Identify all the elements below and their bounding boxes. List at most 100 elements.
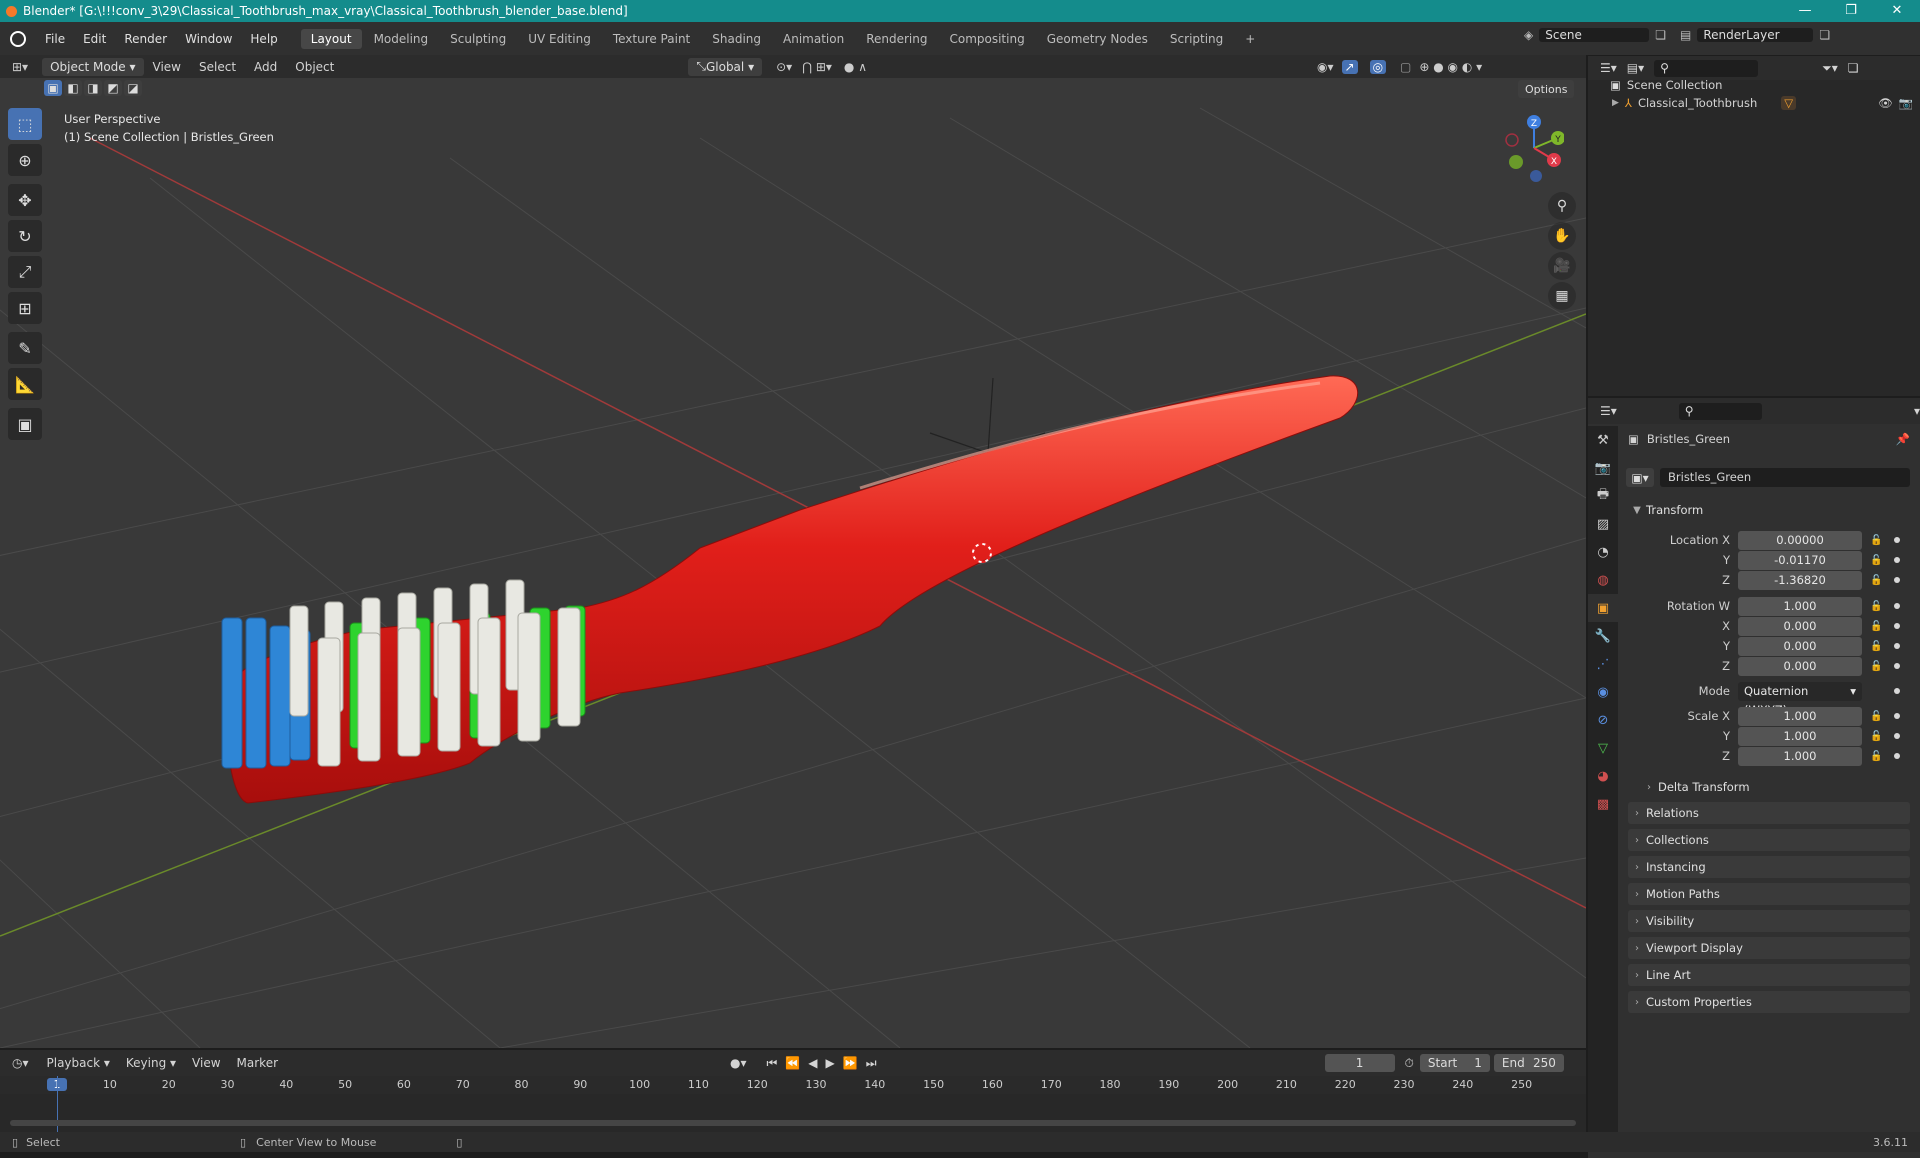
tab-texture-paint[interactable]: Texture Paint: [603, 29, 700, 49]
annotate-tool-icon[interactable]: ✎: [8, 332, 42, 364]
snap-icon[interactable]: ⋂ ⊞▾: [802, 60, 832, 74]
close-button[interactable]: ✕: [1874, 0, 1920, 22]
panel-custom-properties[interactable]: › Custom Properties: [1628, 991, 1910, 1013]
select-intersect-icon[interactable]: ◪: [124, 80, 142, 96]
lock-icon[interactable]: 🔓: [1870, 641, 1884, 652]
timer-icon[interactable]: ⏱: [1405, 1056, 1414, 1071]
properties-options-icon[interactable]: ▾: [1914, 404, 1920, 418]
shading-modes-icon[interactable]: ⊕ ● ◉ ◐ ▾: [1419, 60, 1482, 74]
keyframe-dot-icon[interactable]: [1894, 663, 1900, 669]
tab-sculpting[interactable]: Sculpting: [440, 29, 516, 49]
blender-logo-icon[interactable]: [10, 30, 26, 47]
frame-ruler[interactable]: 1102030405060708090100110120130140150160…: [0, 1076, 1586, 1094]
viewport-menu-add[interactable]: Add: [245, 60, 286, 74]
tab-scripting[interactable]: Scripting: [1160, 29, 1233, 49]
scene-selector[interactable]: Scene: [1539, 28, 1650, 42]
tab-layout[interactable]: Layout: [300, 28, 362, 49]
lock-icon[interactable]: 🔓: [1870, 575, 1884, 586]
pan-hand-icon[interactable]: ✋: [1548, 222, 1576, 250]
pin-icon[interactable]: 📌: [1896, 432, 1910, 446]
timeline-menu-playback[interactable]: Playback ▾: [39, 1056, 118, 1070]
timeline-menu-marker[interactable]: Marker: [229, 1056, 286, 1070]
modifier-tab-icon[interactable]: 🔧: [1588, 622, 1618, 650]
object-name-field[interactable]: Bristles_Green: [1660, 468, 1910, 487]
next-keyframe-icon[interactable]: ⏩: [843, 1056, 858, 1071]
lock-icon[interactable]: 🔓: [1870, 555, 1884, 566]
render-camera-icon[interactable]: 📷: [1899, 96, 1913, 110]
renderlayer-selector[interactable]: RenderLayer: [1697, 28, 1814, 42]
visibility-eye-icon[interactable]: 👁: [1878, 96, 1893, 110]
ortho-grid-icon[interactable]: ▦: [1548, 282, 1576, 310]
maximize-button[interactable]: ❐: [1828, 0, 1874, 22]
camera-view-icon[interactable]: 🎥: [1548, 252, 1576, 280]
data-tab-icon[interactable]: ▽: [1588, 734, 1618, 762]
play-reverse-icon[interactable]: ◀: [808, 1056, 817, 1071]
scale-z-field[interactable]: 1.000: [1738, 746, 1862, 766]
lock-icon[interactable]: 🔓: [1870, 711, 1884, 722]
lock-icon[interactable]: 🔓: [1870, 751, 1884, 762]
display-mode-icon[interactable]: ▤▾: [1627, 61, 1644, 75]
menu-help[interactable]: Help: [241, 32, 286, 46]
keyframe-dot-icon[interactable]: [1894, 733, 1900, 739]
tab-compositing[interactable]: Compositing: [939, 29, 1034, 49]
select-new-icon[interactable]: ▣: [44, 80, 62, 96]
tab-geometry-nodes[interactable]: Geometry Nodes: [1037, 29, 1158, 49]
menu-edit[interactable]: Edit: [74, 32, 115, 46]
texture-tab-icon[interactable]: ▩: [1588, 790, 1618, 818]
new-collection-icon[interactable]: ❏: [1848, 61, 1859, 75]
rotation-w-field[interactable]: 1.000: [1738, 596, 1862, 616]
tab-animation[interactable]: Animation: [773, 29, 854, 49]
location-x-field[interactable]: 0.00000: [1738, 530, 1862, 550]
start-frame-field[interactable]: Start 1: [1419, 1054, 1490, 1072]
new-renderlayer-icon[interactable]: ❏: [1819, 28, 1830, 42]
rotation-mode-dropdown[interactable]: Quaternion (WXYZ)▾: [1738, 681, 1862, 717]
viewport-menu-object[interactable]: Object: [286, 60, 343, 74]
auto-keying-icon[interactable]: ●▾: [730, 1056, 747, 1070]
add-workspace-button[interactable]: +: [1235, 29, 1265, 49]
panel-viewport-display[interactable]: › Viewport Display: [1628, 937, 1910, 959]
location-y-field[interactable]: -0.01170: [1738, 550, 1862, 570]
panel-collections[interactable]: › Collections: [1628, 829, 1910, 851]
viewport-menu-view[interactable]: View: [144, 60, 190, 74]
play-icon[interactable]: ▶: [826, 1056, 835, 1071]
pivot-icon[interactable]: ⊙▾: [776, 60, 792, 74]
tab-shading[interactable]: Shading: [702, 29, 771, 49]
world-tab-icon[interactable]: ◍: [1588, 566, 1618, 594]
keyframe-dot-icon[interactable]: [1894, 623, 1900, 629]
move-tool-icon[interactable]: ✥: [8, 184, 42, 216]
timeline-area[interactable]: 1102030405060708090100110120130140150160…: [0, 1076, 1586, 1132]
location-z-field[interactable]: -1.36820: [1738, 570, 1862, 590]
outliner-item-toothbrush[interactable]: Classical_Toothbrush: [1638, 96, 1757, 110]
prev-keyframe-icon[interactable]: ⏪: [785, 1056, 800, 1071]
object-tab-icon[interactable]: ▣: [1588, 594, 1618, 622]
keyframe-dot-icon[interactable]: [1894, 537, 1900, 543]
editor-type-icon[interactable]: ⊞▾: [12, 60, 28, 74]
menu-render[interactable]: Render: [115, 32, 176, 46]
render-tab-icon[interactable]: 📷: [1588, 454, 1618, 482]
zoom-icon[interactable]: ⚲: [1548, 192, 1576, 220]
orientation-dropdown[interactable]: ⤡ Global ▾: [688, 57, 763, 76]
select-box-tool-icon[interactable]: ⬚: [8, 108, 42, 140]
keyframe-dot-icon[interactable]: [1894, 577, 1900, 583]
properties-search-input[interactable]: ⚲: [1678, 402, 1762, 420]
viewport-menu-select[interactable]: Select: [190, 60, 245, 74]
visibility-icon[interactable]: ◉▾: [1317, 60, 1334, 74]
panel-relations[interactable]: › Relations: [1628, 802, 1910, 824]
rotation-z-field[interactable]: 0.000: [1738, 656, 1862, 676]
keyframe-dot-icon[interactable]: [1894, 753, 1900, 759]
output-tab-icon[interactable]: 🖶: [1588, 482, 1618, 510]
toothbrush-handle[interactable]: [227, 375, 1358, 804]
cursor-tool-icon[interactable]: ⊕: [8, 144, 42, 176]
panel-visibility[interactable]: › Visibility: [1628, 910, 1910, 932]
transform-panel-header[interactable]: ▼ Transform: [1628, 499, 1910, 521]
outliner-editor-icon[interactable]: ☰▾: [1600, 61, 1617, 75]
scene-collection-label[interactable]: Scene Collection: [1627, 78, 1723, 92]
panel-line-art[interactable]: › Line Art: [1628, 964, 1910, 986]
lock-icon[interactable]: 🔓: [1870, 731, 1884, 742]
outliner-search-input[interactable]: ⚲: [1654, 59, 1759, 77]
xray-icon[interactable]: ▢: [1400, 60, 1411, 74]
menu-file[interactable]: File: [36, 32, 74, 46]
tab-rendering[interactable]: Rendering: [856, 29, 937, 49]
select-subtract-icon[interactable]: ◨: [84, 80, 102, 96]
new-scene-icon[interactable]: ❏: [1655, 28, 1666, 42]
